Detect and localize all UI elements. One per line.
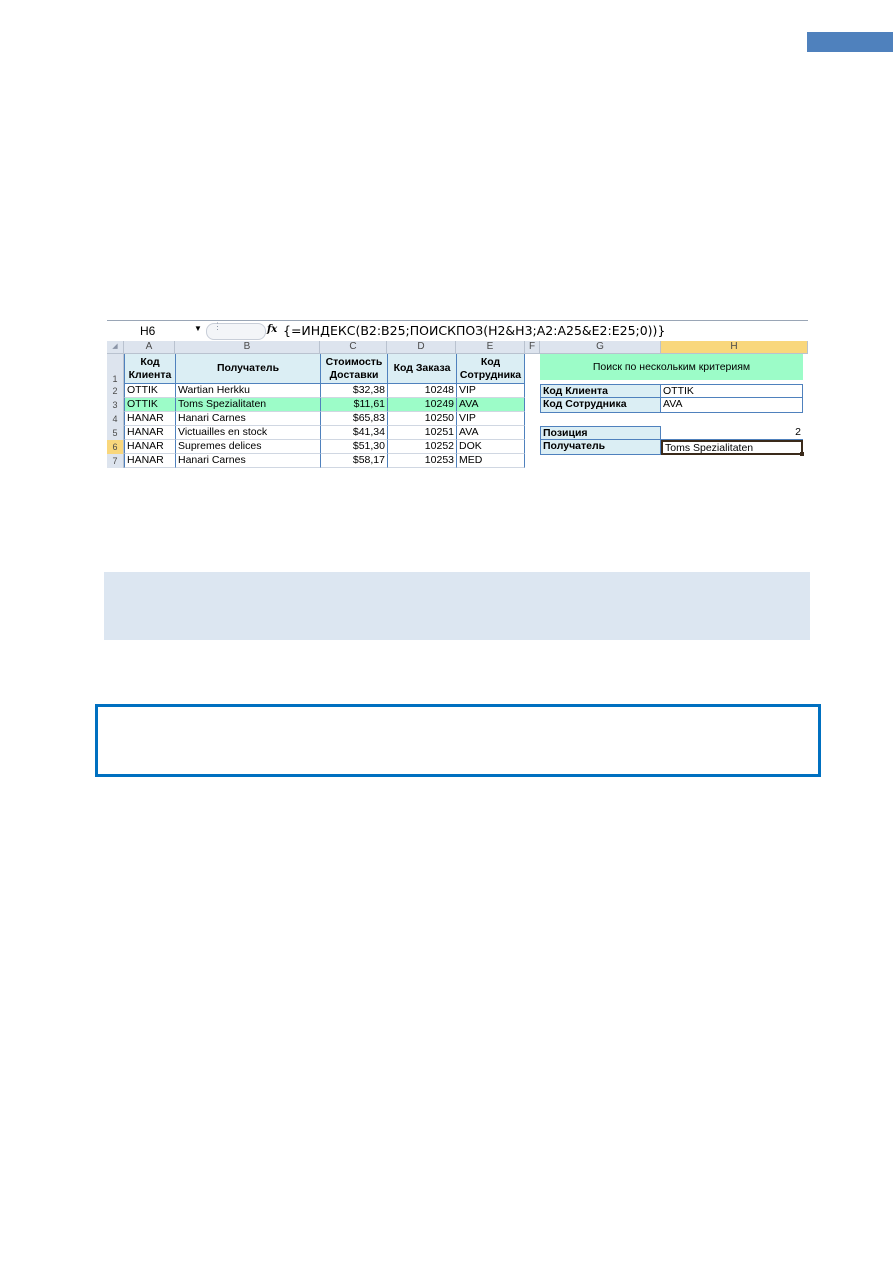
cell-shipping-cost[interactable]: $41,34 — [320, 426, 387, 440]
formula-bar: H6 ▼ ⋮ fx {=ИНДЕКС(B2:B25;ПОИСКПОЗ(H2&H3… — [107, 320, 808, 342]
callout-box — [95, 704, 821, 777]
column-header-c[interactable]: C — [320, 341, 387, 354]
column-header-h[interactable]: H — [661, 341, 808, 354]
row-header-3[interactable]: 3 — [107, 398, 124, 412]
lookup-recipient-result[interactable]: Toms Spezialitaten — [661, 440, 803, 455]
cell-client-code[interactable]: OTTIK — [124, 398, 175, 412]
header-shipping-cost[interactable]: Стоимость Доставки — [320, 354, 387, 384]
lookup-position-label[interactable]: Позиция — [540, 426, 661, 440]
cell-employee-code[interactable]: AVA — [456, 426, 525, 440]
cell-shipping-cost[interactable]: $32,38 — [320, 384, 387, 398]
cell-employee-code[interactable]: VIP — [456, 412, 525, 426]
row-header-6[interactable]: 6 — [107, 440, 124, 454]
page-corner-tab — [807, 32, 893, 52]
lookup-client-label[interactable]: Код Клиента — [540, 384, 661, 398]
cell-client-code[interactable]: HANAR — [124, 440, 175, 454]
insert-function-icon[interactable]: fx — [267, 324, 277, 335]
header-order-id[interactable]: Код Заказа — [387, 354, 456, 384]
cell-order-id[interactable]: 10251 — [387, 426, 456, 440]
lookup-employee-input[interactable]: AVA — [660, 398, 803, 413]
lookup-position-value[interactable]: 2 — [660, 426, 803, 440]
cell-client-code[interactable]: OTTIK — [124, 384, 175, 398]
cell-shipping-cost[interactable]: $11,61 — [320, 398, 387, 412]
cell-order-id[interactable]: 10250 — [387, 412, 456, 426]
cell-shipping-cost[interactable]: $51,30 — [320, 440, 387, 454]
column-header-f[interactable]: F — [525, 341, 540, 354]
header-employee-code[interactable]: Код Сотрудника — [456, 354, 525, 384]
drag-dots-icon: ⋮ — [213, 321, 222, 331]
lookup-title[interactable]: Поиск по нескольким критериям — [540, 354, 803, 380]
note-box — [104, 572, 810, 640]
cell-client-code[interactable]: HANAR — [124, 454, 175, 468]
row-header-7[interactable]: 7 — [107, 454, 124, 468]
formula-bar-resize-handle[interactable]: ⋮ — [206, 321, 266, 340]
lookup-client-input[interactable]: OTTIK — [660, 384, 803, 398]
cell-recipient[interactable]: Hanari Carnes — [175, 454, 320, 468]
select-all-corner[interactable]: ◢ — [107, 341, 124, 354]
chevron-down-icon[interactable]: ▼ — [194, 324, 202, 333]
lookup-employee-label[interactable]: Код Сотрудника — [540, 398, 661, 413]
column-header-g[interactable]: G — [540, 341, 661, 354]
cell-order-id[interactable]: 10248 — [387, 384, 456, 398]
cell-shipping-cost[interactable]: $58,17 — [320, 454, 387, 468]
formula-text[interactable]: {=ИНДЕКС(B2:B25;ПОИСКПОЗ(H2&H3;A2:A25&E2… — [283, 323, 665, 338]
cell-employee-code[interactable]: DOK — [456, 440, 525, 454]
column-header-a[interactable]: A — [124, 341, 175, 354]
column-header-b[interactable]: B — [175, 341, 320, 354]
row-header-1[interactable]: 1 — [107, 354, 124, 384]
fill-handle[interactable] — [800, 452, 804, 456]
header-client-code[interactable]: Код Клиента — [124, 354, 175, 384]
cell-shipping-cost[interactable]: $65,83 — [320, 412, 387, 426]
cell-client-code[interactable]: HANAR — [124, 412, 175, 426]
cell-recipient[interactable]: Hanari Carnes — [175, 412, 320, 426]
cell-client-code[interactable]: HANAR — [124, 426, 175, 440]
row-header-5[interactable]: 5 — [107, 426, 124, 440]
header-recipient[interactable]: Получатель — [175, 354, 320, 384]
cell-recipient[interactable]: Wartian Herkku — [175, 384, 320, 398]
cell-order-id[interactable]: 10249 — [387, 398, 456, 412]
cell-employee-code[interactable]: MED — [456, 454, 525, 468]
row-header-4[interactable]: 4 — [107, 412, 124, 426]
cell-recipient[interactable]: Supremes delices — [175, 440, 320, 454]
cell-employee-code[interactable]: AVA — [456, 398, 525, 412]
cell-recipient[interactable]: Toms Spezialitaten — [175, 398, 320, 412]
name-box[interactable]: H6 ▼ — [107, 321, 202, 341]
cell-order-id[interactable]: 10253 — [387, 454, 456, 468]
lookup-recipient-label[interactable]: Получатель — [540, 440, 661, 455]
cell-employee-code[interactable]: VIP — [456, 384, 525, 398]
cell-recipient[interactable]: Victuailles en stock — [175, 426, 320, 440]
column-header-d[interactable]: D — [387, 341, 456, 354]
column-header-e[interactable]: E — [456, 341, 525, 354]
name-box-value: H6 — [140, 324, 156, 338]
cell-order-id[interactable]: 10252 — [387, 440, 456, 454]
row-header-2[interactable]: 2 — [107, 384, 124, 398]
